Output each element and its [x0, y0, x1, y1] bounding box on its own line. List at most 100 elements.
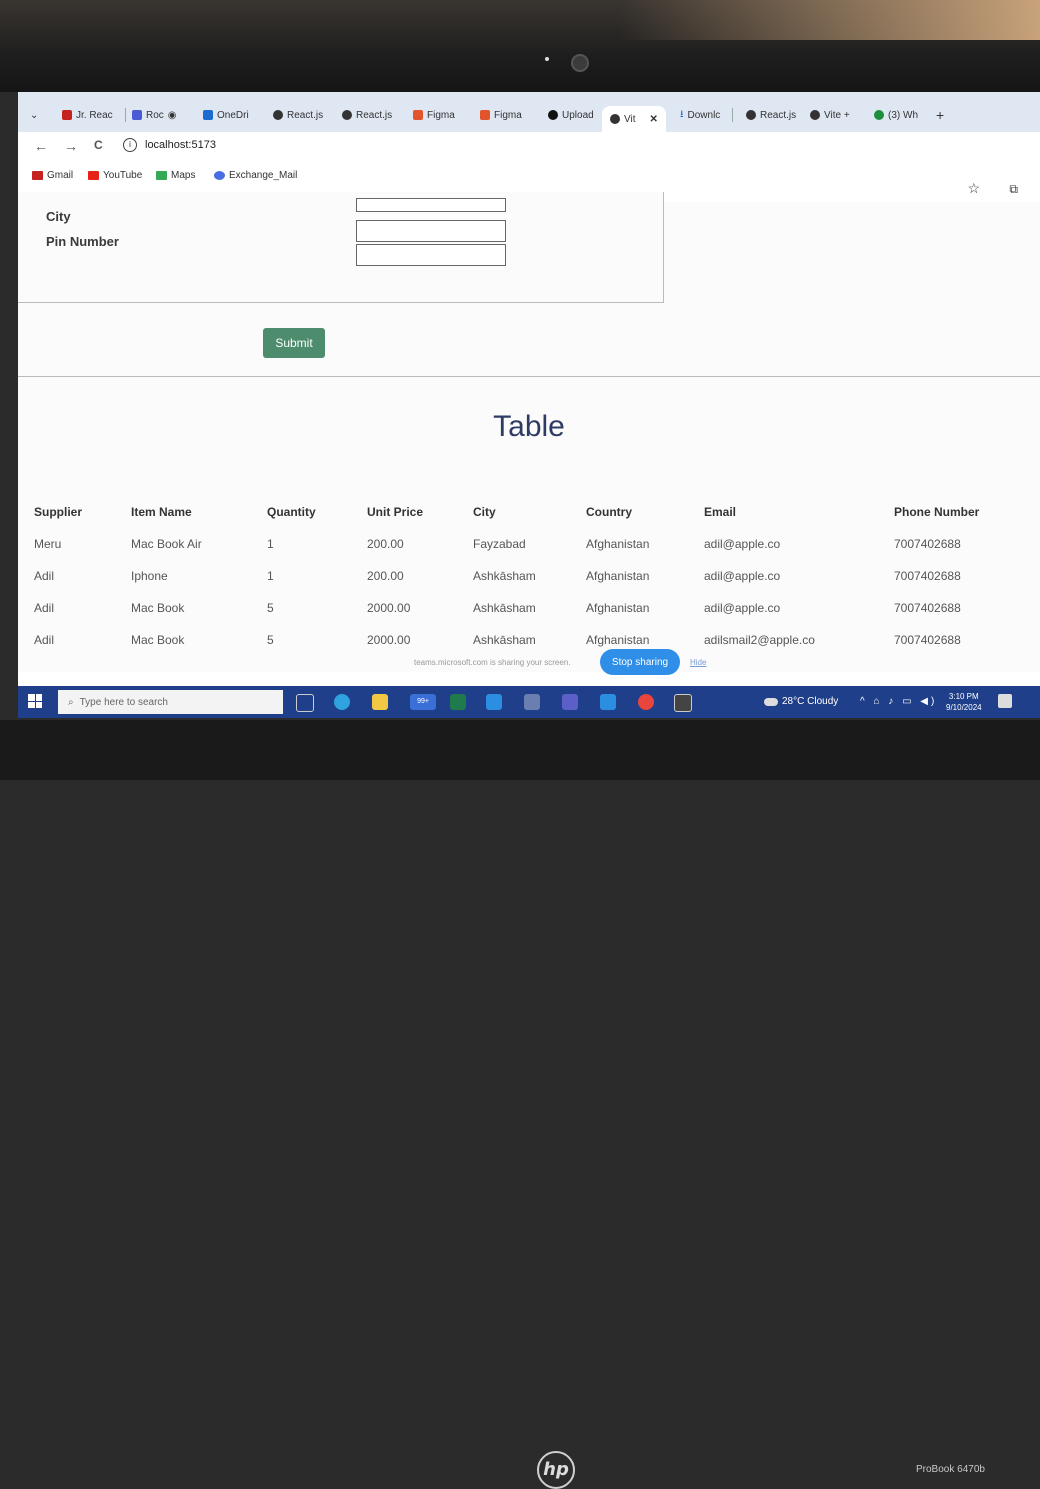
bookmark-gmail[interactable]: Gmail — [32, 170, 73, 181]
col-unit-price[interactable]: Unit Price — [367, 496, 473, 528]
tab-label: OneDri — [217, 109, 249, 121]
taskbar-search-box[interactable]: ⌕ Type here to search — [58, 690, 283, 714]
bookmark-label: Maps — [171, 170, 196, 181]
cell-phone: 7007402688 — [894, 569, 961, 583]
chevron-down-icon: ⌄ — [30, 109, 39, 121]
tab-label: Jr. Reac — [76, 109, 113, 121]
tab-list-button[interactable]: ⌄ — [30, 104, 38, 126]
col-email[interactable]: Email — [704, 496, 894, 528]
browser-tab-11[interactable]: Vite + — [810, 104, 850, 126]
table-title: Table — [493, 410, 565, 443]
col-phone-number[interactable]: Phone Number — [894, 496, 1014, 528]
store-icon[interactable] — [450, 694, 466, 710]
browser-tab-2[interactable]: OneDri — [203, 104, 249, 126]
browser-tab-3[interactable]: React.js — [273, 104, 323, 126]
tab-label: Roc — [146, 109, 164, 121]
taskbar-clock[interactable]: 3:10 PM 9/10/2024 — [946, 691, 982, 713]
bookmark-label: Gmail — [47, 170, 74, 181]
laptop-bezel-bottom: hp ProBook 6470b — [0, 720, 1040, 1489]
address-bar[interactable]: i localhost:5173 — [123, 138, 216, 152]
edge-icon[interactable] — [334, 694, 350, 710]
browser-tab-1[interactable]: Roc ◉ — [132, 104, 177, 126]
browser-tab-5[interactable]: Figma — [413, 104, 455, 126]
bookmark-youtube[interactable]: YouTube — [88, 170, 142, 181]
stop-sharing-button[interactable]: Stop sharing — [600, 649, 680, 675]
file-explorer-icon[interactable] — [372, 694, 388, 710]
hp-logo: hp — [537, 1451, 575, 1489]
site-info-icon[interactable]: i — [123, 138, 137, 152]
col-quantity[interactable]: Quantity — [267, 496, 367, 528]
teams-icon[interactable] — [562, 694, 578, 710]
table-row: Meru Mac Book Air 1 200.00 Fayzabad Afgh… — [34, 528, 1014, 560]
browser-tab-6[interactable]: Figma — [480, 104, 522, 126]
col-country[interactable]: Country — [586, 496, 704, 528]
vscode-icon[interactable] — [486, 694, 502, 710]
new-tab-button[interactable]: + — [936, 104, 944, 126]
bookmark-maps[interactable]: Maps — [156, 170, 195, 181]
pin-number-input[interactable] — [356, 244, 506, 266]
mail-icon[interactable]: 99+ — [410, 694, 436, 710]
bookmark-label: Exchange_Mail — [229, 170, 298, 181]
col-city[interactable]: City — [473, 496, 586, 528]
cell-email: adil@apple.co — [704, 537, 781, 551]
system-tray-icons[interactable]: ^ ⌂ ♪ ▭ ◀) — [860, 696, 937, 707]
cell-country: Afghanistan — [586, 537, 650, 551]
cell-phone: 7007402688 — [894, 601, 961, 615]
tab-label: Vite + — [824, 109, 850, 121]
hide-link[interactable]: Hide — [690, 658, 706, 667]
browser-tab-10[interactable]: React.js — [746, 104, 796, 126]
section-divider — [18, 376, 1040, 377]
gmail-icon — [62, 110, 72, 120]
background-wall — [620, 0, 1040, 40]
browser-tab-9[interactable]: ⭳ Downlc — [680, 104, 734, 126]
bookmark-star-icon[interactable]: ☆ — [967, 180, 980, 197]
bookmark-label: YouTube — [103, 170, 143, 181]
browser-tab-7[interactable]: Upload — [548, 104, 594, 126]
notification-icon[interactable] — [998, 694, 1012, 708]
cell-supplier: Meru — [34, 537, 62, 551]
vscode-icon[interactable] — [600, 694, 616, 710]
submit-button[interactable]: Submit — [263, 328, 325, 358]
close-icon[interactable]: ✕ — [650, 114, 658, 125]
col-supplier[interactable]: Supplier — [34, 496, 131, 528]
tab-separator — [732, 108, 734, 122]
cell-supplier: Adil — [34, 601, 55, 615]
city-label: City — [46, 209, 71, 224]
back-button[interactable]: ← — [34, 138, 48, 154]
table-row: Adil Iphone 1 200.00 Ashkāsham Afghanist… — [34, 560, 1014, 592]
tab-label: Downlc — [687, 109, 721, 121]
chrome-icon[interactable] — [638, 694, 654, 710]
browser-tab-4[interactable]: React.js — [342, 104, 392, 126]
page-content: City Pin Number Submit Table Supplier It… — [18, 192, 1040, 672]
tab-label: Figma — [427, 109, 455, 121]
cell-city: Fayzabad — [473, 537, 526, 551]
browser-tab-active[interactable]: Vit ✕ — [602, 106, 666, 132]
globe-icon — [273, 110, 283, 120]
tab-label: Upload — [562, 109, 594, 121]
tab-label: (3) Wh — [888, 109, 918, 121]
bookmark-exchange-mail[interactable]: Exchange_Mail — [214, 170, 297, 181]
screen-app-icon[interactable] — [674, 694, 692, 712]
state-input[interactable] — [356, 198, 506, 212]
forward-button[interactable]: → — [64, 138, 78, 154]
download-icon: ⭳ — [680, 108, 684, 120]
windows-start-icon[interactable] — [28, 694, 42, 708]
city-input[interactable] — [356, 220, 506, 242]
browser-tab-0[interactable]: Jr. Reac — [62, 104, 126, 126]
figma-icon — [480, 110, 490, 120]
data-table: Supplier Item Name Quantity Unit Price C… — [34, 496, 1014, 656]
extensions-icon[interactable]: ⧉ — [1009, 182, 1018, 197]
cell-unit-price: 200.00 — [367, 537, 404, 551]
col-item-name[interactable]: Item Name — [131, 496, 267, 528]
plus-icon: + — [936, 107, 945, 123]
search-placeholder: Type here to search — [79, 696, 168, 708]
weather-widget[interactable]: 28°C Cloudy — [764, 696, 838, 707]
calculator-icon[interactable] — [524, 694, 540, 710]
cell-quantity: 1 — [267, 537, 274, 551]
reload-button[interactable]: C — [94, 138, 103, 152]
browser-tab-12[interactable]: (3) Wh — [874, 104, 918, 126]
clock-time: 3:10 PM — [948, 692, 979, 701]
task-view-icon[interactable] — [296, 694, 314, 712]
cell-supplier: Adil — [34, 569, 55, 583]
screen-share-bar: teams.microsoft.com is sharing your scre… — [18, 648, 1040, 678]
